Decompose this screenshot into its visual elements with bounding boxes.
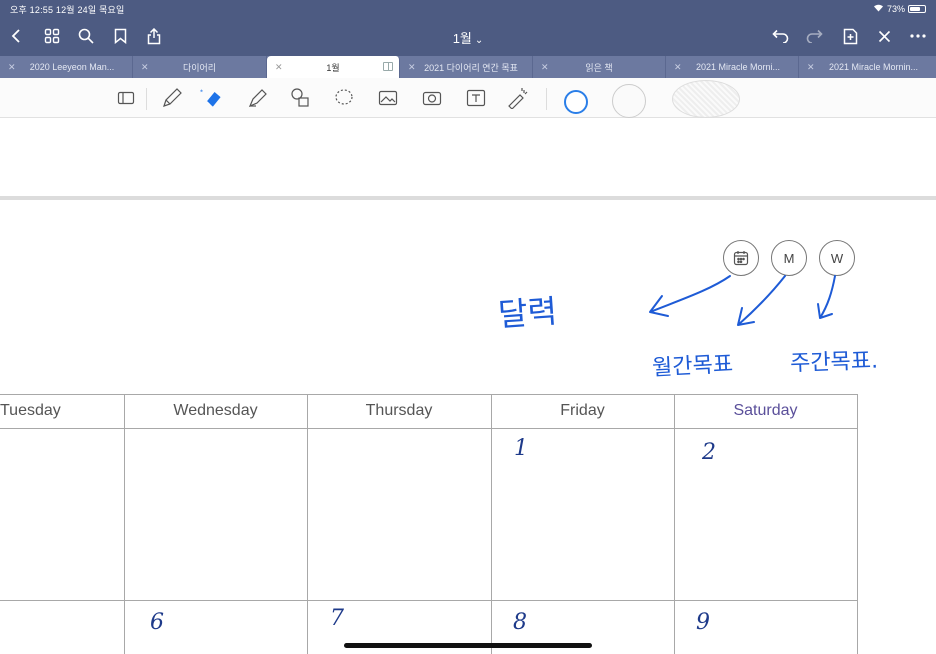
header-wednesday: Wednesday — [173, 402, 258, 419]
day-9[interactable]: 9 — [696, 610, 710, 635]
cal-col-line — [674, 394, 675, 654]
header-thursday: Thursday — [365, 402, 433, 419]
day-1[interactable]: 1 — [514, 436, 528, 461]
day-8[interactable]: 8 — [513, 610, 527, 635]
ink-layer — [649, 275, 836, 326]
cal-line-header — [0, 428, 858, 429]
arrow-to-weekly — [817, 275, 836, 319]
note-monthly-goal: 월간목표 — [651, 351, 734, 382]
cal-line-row — [0, 600, 858, 601]
home-indicator[interactable] — [344, 643, 592, 648]
cal-col-line — [307, 394, 308, 654]
header-friday: Friday — [560, 402, 605, 419]
day-2[interactable]: 2 — [702, 440, 716, 465]
arrow-to-monthly — [737, 275, 786, 326]
arrow-to-calendar — [649, 275, 731, 317]
note-weekly-goal: 주간목표. — [789, 348, 879, 377]
day-7[interactable]: 7 — [330, 606, 344, 631]
header-tuesday: Tuesday — [0, 402, 61, 419]
cal-col-line — [857, 394, 858, 654]
day-6[interactable]: 6 — [150, 610, 164, 635]
header-saturday: Saturday — [733, 402, 798, 419]
cal-col-line — [491, 394, 492, 654]
cal-col-line — [124, 394, 125, 654]
note-calendar: 달력 — [496, 291, 559, 335]
